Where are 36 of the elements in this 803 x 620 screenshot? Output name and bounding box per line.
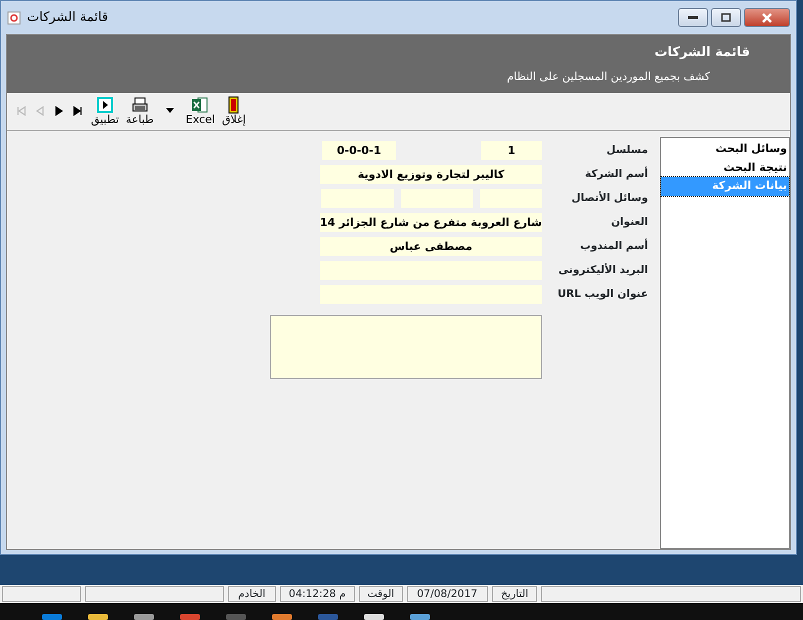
memo-field[interactable] bbox=[270, 315, 542, 379]
status-panel: الخادم bbox=[228, 586, 276, 602]
input-field[interactable]: 1 bbox=[481, 141, 542, 160]
field-label: أسم الشركة bbox=[584, 166, 648, 182]
close-icon bbox=[761, 12, 773, 22]
window-title: قائمة الشركات bbox=[27, 8, 108, 27]
input-field[interactable]: 0-0-0-1 bbox=[322, 141, 396, 160]
input-field[interactable]: شارع العروبة متفرع من شارع الجزائر 14 bbox=[320, 213, 542, 232]
minimize-button[interactable] bbox=[678, 8, 708, 27]
play-icon bbox=[96, 96, 114, 114]
field-label: مسلسل bbox=[605, 142, 648, 158]
print-button[interactable]: طباعة bbox=[124, 96, 156, 127]
input-field[interactable]: كاليبر لتجارة وتوزيع الادوية bbox=[320, 165, 542, 184]
status-panel: الوقت bbox=[358, 586, 403, 602]
input-field[interactable]: مصطفى عباس bbox=[320, 237, 542, 256]
header-subtitle: كشف بجميع الموردين المسجلين على النظام bbox=[506, 68, 710, 85]
maximize-button[interactable] bbox=[711, 8, 741, 27]
printer-icon bbox=[130, 96, 149, 114]
excel-button[interactable]: Excel bbox=[184, 96, 217, 127]
close-button[interactable]: إغلاق bbox=[220, 96, 248, 127]
header-title: قائمة الشركات bbox=[654, 44, 750, 62]
field-label: العنوان bbox=[610, 214, 648, 230]
field-label: عنوان الويب URL bbox=[556, 286, 648, 302]
field-label: البريد الأليكترونى bbox=[557, 262, 648, 278]
status-panel: التاريخ bbox=[492, 586, 538, 602]
field-label: وسائل الأتصال bbox=[570, 190, 648, 206]
spreadsheet-icon bbox=[191, 96, 210, 114]
apply-button[interactable]: تطبيق bbox=[89, 96, 121, 127]
close-button[interactable] bbox=[744, 8, 790, 27]
status-panel: م 04:12:28 bbox=[280, 586, 355, 602]
maximize-icon bbox=[721, 13, 731, 22]
sidebar-item[interactable]: نتيجة البحث bbox=[661, 158, 789, 177]
sidebar-item[interactable]: وسائل البحث bbox=[661, 140, 789, 158]
minimize-icon bbox=[688, 16, 698, 20]
field-label: أسم المندوب bbox=[579, 238, 648, 254]
status-panel: 07/08/2017 bbox=[406, 586, 488, 602]
